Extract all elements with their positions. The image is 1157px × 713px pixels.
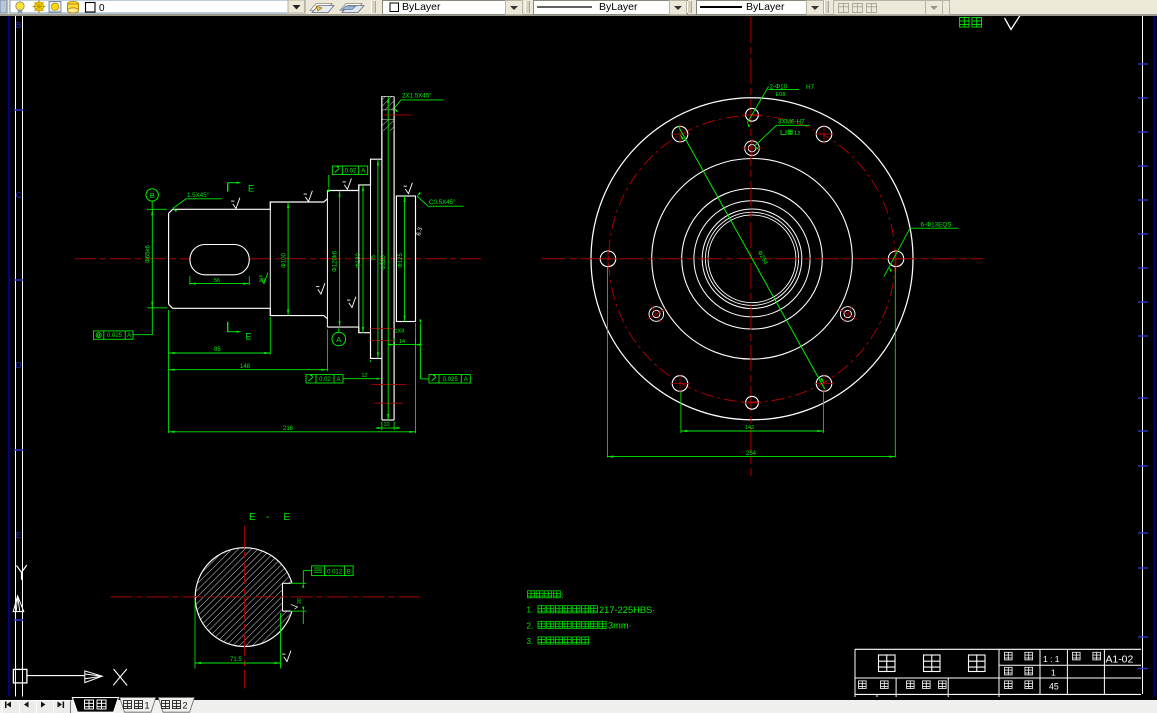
svg-text:A: A [336,335,341,344]
svg-text:3.: 3. [527,637,534,646]
svg-text:1.: 1. [527,606,534,615]
svg-text:1: 1 [145,701,150,711]
svg-text:E: E [246,331,252,341]
svg-text:H7: H7 [806,84,815,91]
svg-text:3mm·: 3mm· [608,621,631,631]
svg-text:6-Φ13EQS: 6-Φ13EQS [921,221,952,228]
svg-text:B: B [16,21,21,30]
svg-text:0.02: 0.02 [345,168,357,174]
svg-text:1X8: 1X8 [395,329,405,335]
svg-text:1 : 1: 1 : 1 [1043,654,1060,664]
svg-text:E: E [249,512,256,523]
svg-text:D: D [16,361,22,370]
svg-text:2: 2 [183,701,188,711]
svg-text:B: B [150,191,155,200]
svg-text:2-Φ10: 2-Φ10 [770,83,788,90]
svg-text:142: 142 [745,425,754,431]
svg-text:0.025: 0.025 [443,377,459,383]
svg-text:85: 85 [214,347,221,353]
svg-text:14: 14 [399,339,405,345]
svg-text:C0.5X45°: C0.5X45° [429,199,456,206]
svg-text:Φ130: Φ130 [356,253,362,268]
svg-text:0: 0 [99,3,105,14]
svg-text:10: 10 [384,422,390,428]
svg-text:216: 216 [283,426,294,432]
svg-text:A: A [127,333,131,339]
svg-text:A: A [361,168,365,174]
svg-text:0.012: 0.012 [327,570,343,576]
svg-text:254: 254 [746,451,757,457]
svg-text:E: E [284,512,291,523]
svg-text:6.3: 6.3 [416,226,424,236]
svg-text:E: E [248,183,254,193]
svg-text:B: B [347,570,351,576]
svg-text:0.02: 0.02 [319,377,331,383]
svg-text:-: - [266,512,269,523]
svg-text:A1-02: A1-02 [1106,655,1134,666]
svg-text:2.: 2. [527,621,534,630]
svg-text:0.025: 0.025 [107,333,123,339]
svg-text:E08: E08 [776,92,786,98]
svg-text:Φ125: Φ125 [398,253,404,268]
svg-text:A: A [336,377,340,383]
svg-text:56: 56 [214,278,220,284]
svg-text:71.5: 71.5 [230,657,242,663]
svg-text:Φ254: Φ254 [756,250,769,266]
svg-text:1: 1 [1051,668,1056,678]
svg-text:Φ100: Φ100 [281,253,287,268]
svg-text:2X1.5X45°: 2X1.5X45° [402,93,432,100]
svg-text:A: A [464,377,468,383]
svg-text:Φ320: Φ320 [381,255,387,270]
svg-text:75: 75 [371,255,377,261]
svg-text:Φ65k6: Φ65k6 [146,245,152,263]
svg-text:C: C [16,191,22,200]
svg-text:3XM6-H7: 3XM6-H7 [778,118,805,125]
svg-text:217-225HBS·: 217-225HBS· [599,605,655,615]
svg-text:20: 20 [297,598,303,604]
svg-text:12: 12 [362,373,368,379]
svg-text:12: 12 [794,131,800,137]
svg-text:Φ120k6: Φ120k6 [333,250,339,272]
svg-text:45: 45 [1049,682,1059,692]
svg-text::: : [562,591,564,600]
svg-text:1.5X45°: 1.5X45° [187,192,210,199]
svg-text:E: E [16,531,21,540]
svg-text:148: 148 [240,364,251,370]
